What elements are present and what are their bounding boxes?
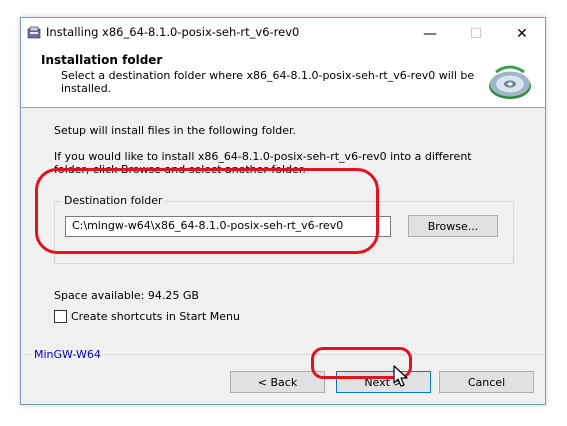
maximize-button[interactable]: ☐ xyxy=(453,18,499,49)
destination-path-input[interactable]: C:\mingw-w64\x86_64-8.1.0-posix-seh-rt_v… xyxy=(65,216,391,237)
window-title: Installing x86_64-8.1.0-posix-seh-rt_v6-… xyxy=(46,25,300,39)
cancel-button[interactable]: Cancel xyxy=(439,371,534,393)
browse-button[interactable]: Browse... xyxy=(408,215,498,237)
close-button[interactable]: ✕ xyxy=(499,18,545,49)
intro-line-1: Setup will install files in the followin… xyxy=(54,124,297,137)
page-title: Installation folder xyxy=(41,53,163,67)
destination-folder-group: Destination folder C:\mingw-w64\x86_64-8… xyxy=(54,194,514,264)
space-available-text: Space available: 94.25 GB xyxy=(54,289,199,302)
brand-label: MinGW-W64 xyxy=(31,348,104,361)
intro-line-3: folder, click Browse and select another … xyxy=(54,163,306,176)
mouse-pointer-icon xyxy=(393,365,408,387)
next-button[interactable]: Next > xyxy=(336,371,431,393)
maximize-icon: ☐ xyxy=(469,25,483,42)
create-shortcuts-checkbox[interactable] xyxy=(54,310,67,323)
intro-line-2: If you would like to install x86_64-8.1.… xyxy=(54,150,472,163)
installer-app-icon xyxy=(27,26,41,39)
close-icon: ✕ xyxy=(516,25,528,42)
title-bar[interactable]: Installing x86_64-8.1.0-posix-seh-rt_v6-… xyxy=(21,18,545,49)
installer-window: Installing x86_64-8.1.0-posix-seh-rt_v6-… xyxy=(20,17,546,405)
wizard-header: Installation folder Select a destination… xyxy=(21,49,545,108)
cd-disc-icon xyxy=(489,65,531,99)
page-subtitle: Select a destination folder where x86_64… xyxy=(61,69,475,95)
minimize-icon: — xyxy=(423,25,437,42)
create-shortcuts-label[interactable]: Create shortcuts in Start Menu xyxy=(71,310,240,323)
destination-folder-label: Destination folder xyxy=(62,194,165,207)
back-button[interactable]: < Back xyxy=(230,371,325,393)
minimize-button[interactable]: — xyxy=(407,18,453,49)
